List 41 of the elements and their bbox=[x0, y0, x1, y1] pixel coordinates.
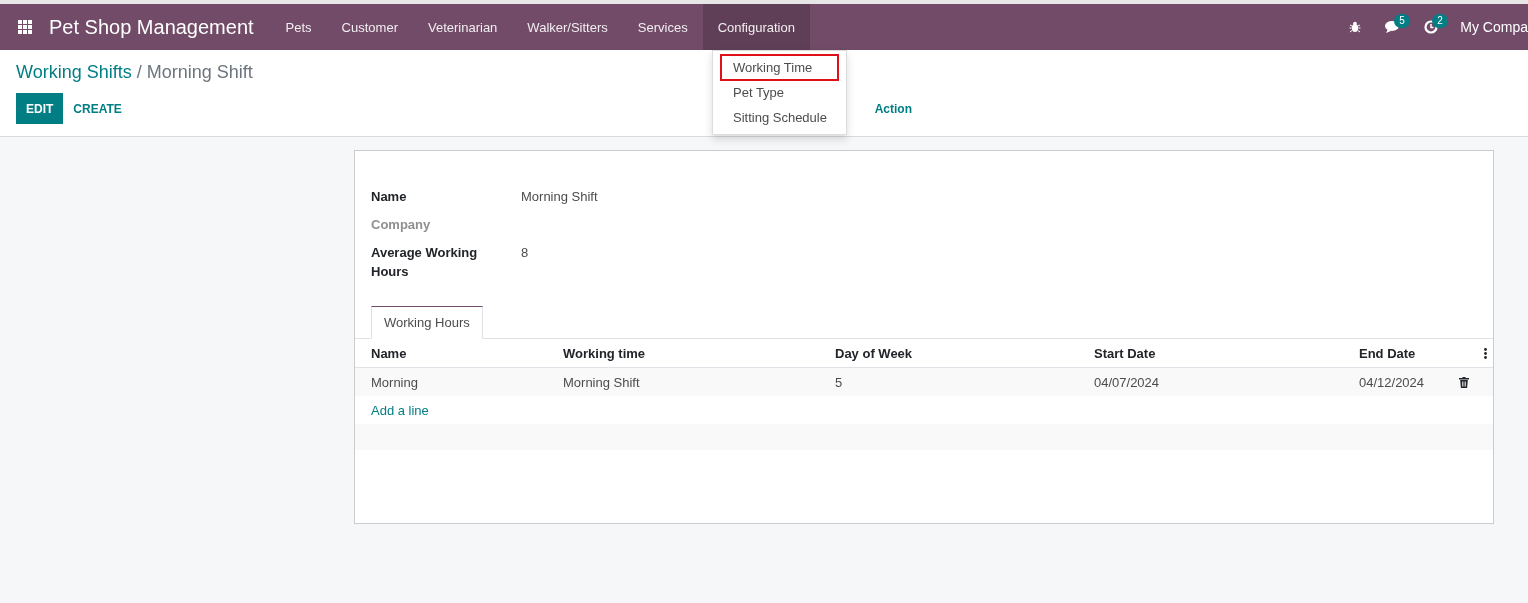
create-button[interactable]: CREATE bbox=[63, 93, 132, 124]
dropdown-item[interactable]: Sitting Schedule bbox=[721, 105, 838, 130]
field-label: Name bbox=[371, 188, 408, 206]
message-count-badge: 5 bbox=[1394, 14, 1410, 28]
add-line-link[interactable]: Add a line bbox=[371, 402, 429, 418]
field-value: Morning Shift bbox=[521, 188, 599, 206]
edit-button[interactable]: EDIT bbox=[16, 93, 64, 124]
clock-icon[interactable] bbox=[1424, 20, 1439, 34]
column-header: Start Date bbox=[1078, 339, 1343, 368]
company-switcher[interactable]: My Compa bbox=[1450, 19, 1528, 35]
table-cell: 5 bbox=[819, 367, 1078, 396]
menu-item[interactable]: Veterinarian bbox=[412, 4, 513, 50]
menu-item[interactable]: Configuration bbox=[702, 4, 810, 50]
column-header: Name bbox=[355, 339, 547, 368]
menu-item[interactable]: Pets bbox=[270, 4, 327, 50]
table-cell: Morning bbox=[355, 367, 547, 396]
more-options-icon[interactable] bbox=[1484, 347, 1487, 359]
table-cell: 04/07/2024 bbox=[1078, 367, 1343, 396]
breadcrumb-link[interactable]: Working Shifts bbox=[16, 62, 132, 83]
trash-icon[interactable] bbox=[1459, 376, 1469, 388]
table-cell: Morning Shift bbox=[547, 367, 819, 396]
column-header: Day of Week bbox=[819, 339, 1078, 368]
bug-icon[interactable] bbox=[1349, 21, 1362, 33]
field-label: Average Working Hours bbox=[371, 244, 479, 281]
menu-item[interactable]: Services bbox=[622, 4, 703, 50]
column-header: Working time bbox=[547, 339, 819, 368]
tab[interactable]: Working Hours bbox=[371, 306, 483, 339]
dropdown-item[interactable]: Working Time bbox=[721, 55, 838, 80]
action-menu[interactable]: Action bbox=[874, 101, 912, 116]
menu-item[interactable]: Customer bbox=[326, 4, 413, 50]
app-title[interactable]: Pet Shop Management bbox=[49, 15, 254, 39]
field-value: 8 bbox=[521, 244, 530, 262]
dropdown-item[interactable]: Pet Type bbox=[721, 80, 838, 105]
apps-menu-icon[interactable] bbox=[17, 19, 33, 35]
breadcrumb-separator: / bbox=[136, 62, 142, 83]
breadcrumb-current: Morning Shift bbox=[146, 62, 253, 83]
table-cell: 04/12/2024 bbox=[1343, 367, 1455, 396]
menu-item[interactable]: Walker/Sitters bbox=[512, 4, 623, 50]
column-header: End Date bbox=[1343, 339, 1455, 368]
activity-count-badge: 2 bbox=[1432, 14, 1448, 28]
field-label: Company bbox=[371, 216, 432, 234]
